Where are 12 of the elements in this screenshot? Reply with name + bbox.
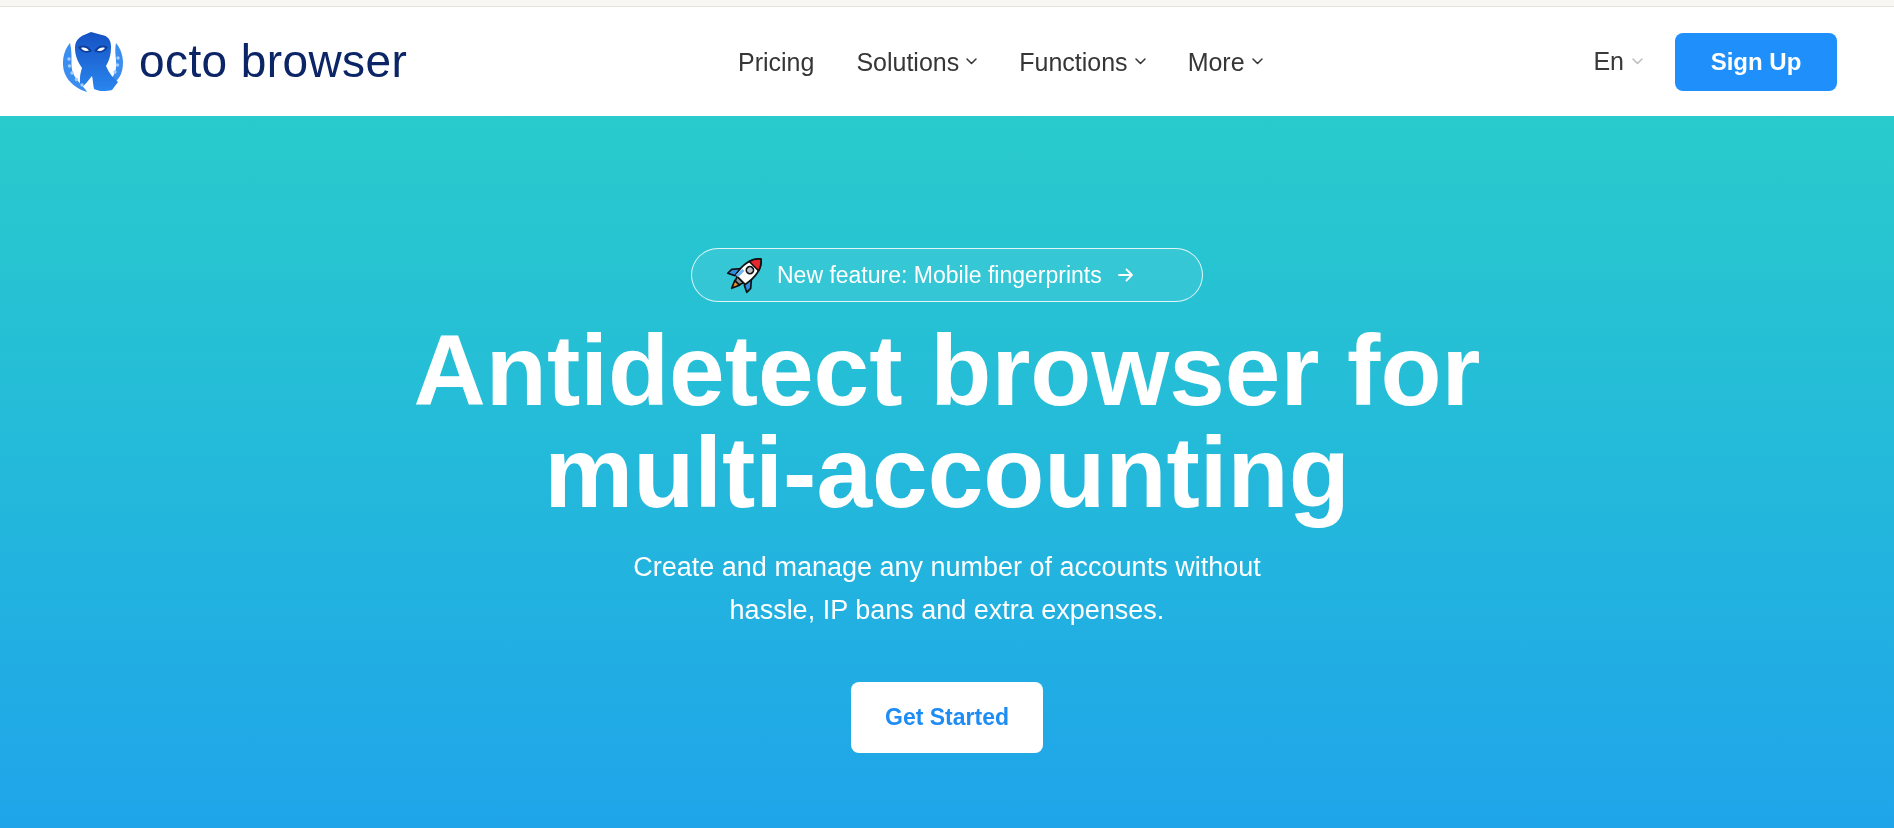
rocket-icon [726,256,763,294]
nav-link[interactable]: Pricing [737,46,815,77]
nav-dropdown[interactable]: Functions [1019,46,1146,77]
octopus-icon [60,30,126,93]
hero-title: Antidetect browser for multi-accounting [412,313,1482,530]
language-selector[interactable]: En [1593,42,1643,81]
hero-subtitle: Create and manage any number of accounts without hassle, IP bans and extra expenses. [632,551,1262,627]
arrow-right-icon [1117,268,1134,282]
nav-dropdown[interactable]: Solutions [856,46,978,77]
nav-dropdown[interactable]: More [1187,46,1263,77]
chevron-down-icon [1632,58,1643,65]
logo-link[interactable]: octo browser [60,30,408,93]
